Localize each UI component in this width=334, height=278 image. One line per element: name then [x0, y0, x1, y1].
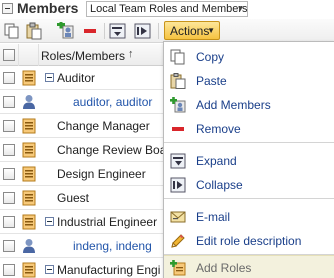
- role-name: Industrial Engineer: [57, 215, 158, 229]
- expand-icon: [109, 23, 126, 39]
- role-icon: [22, 262, 36, 278]
- row-checkbox[interactable]: [3, 96, 15, 108]
- collapse-icon: [170, 177, 186, 193]
- member-name[interactable]: auditor, auditor: [73, 95, 152, 109]
- role-icon: [22, 166, 36, 182]
- sort-ascending-icon[interactable]: ↑: [128, 48, 134, 60]
- toolbar-separator: [158, 23, 159, 39]
- role-icon: [22, 70, 36, 86]
- copy-icon: [170, 49, 185, 65]
- menu-item-label: Add Members: [196, 98, 271, 112]
- menu-item-label: Edit role description: [196, 234, 302, 248]
- menu-item-remove[interactable]: Remove: [164, 117, 334, 141]
- collapse-toggle-icon[interactable]: [45, 73, 54, 82]
- menu-item-edit-role-description[interactable]: Edit role description: [164, 229, 334, 253]
- user-icon: [23, 95, 35, 109]
- column-header-roles-members[interactable]: Roles/Members: [41, 49, 125, 63]
- remove-toolbar-button[interactable]: [80, 22, 100, 40]
- paste-icon: [26, 22, 42, 40]
- email-icon: [170, 211, 186, 223]
- collapse-icon: [134, 23, 151, 39]
- menu-item-email[interactable]: E-mail: [164, 205, 334, 229]
- role-icon: [22, 190, 36, 206]
- paste-icon: [170, 73, 186, 89]
- menu-item-paste[interactable]: Paste: [164, 69, 334, 93]
- expand-toolbar-button[interactable]: [108, 22, 128, 40]
- add-roles-icon: [170, 260, 186, 276]
- paste-toolbar-button[interactable]: [24, 22, 44, 40]
- role-name: Change Manager: [57, 119, 150, 133]
- add-members-icon: [170, 97, 186, 113]
- chevron-down-icon[interactable]: ▼: [234, 2, 247, 15]
- remove-icon: [84, 29, 96, 33]
- remove-icon: [172, 127, 184, 131]
- member-name[interactable]: indeng, indeng: [73, 239, 152, 253]
- toolbar-separator: [104, 23, 105, 39]
- menu-item-collapse[interactable]: Collapse: [164, 173, 334, 197]
- role-name: Manufacturing Engi: [57, 263, 161, 277]
- expand-icon: [170, 153, 186, 169]
- row-checkbox[interactable]: [3, 144, 15, 156]
- row-checkbox[interactable]: [3, 216, 15, 228]
- copy-toolbar-button[interactable]: [2, 22, 22, 40]
- menu-item-add-members[interactable]: Add Members: [164, 93, 334, 117]
- role-icon: [22, 214, 36, 230]
- row-checkbox[interactable]: [3, 192, 15, 204]
- role-name: Change Review Boar: [57, 143, 171, 157]
- role-name: Design Engineer: [57, 167, 146, 181]
- menu-separator: [164, 198, 334, 199]
- collapse-panel-button[interactable]: [2, 3, 13, 14]
- actions-menu-button[interactable]: Actions ▼: [164, 21, 220, 40]
- actions-label: Actions: [170, 24, 210, 38]
- add-members-toolbar-button[interactable]: [56, 20, 76, 40]
- row-checkbox[interactable]: [3, 168, 15, 180]
- toolbar: Actions ▼: [0, 19, 334, 43]
- menu-item-label: Expand: [196, 154, 237, 168]
- menu-item-label: Paste: [196, 74, 227, 88]
- chevron-down-icon: ▼: [207, 26, 215, 35]
- menu-item-label: Remove: [196, 122, 241, 136]
- add-members-icon: [57, 20, 74, 39]
- collapse-toolbar-button[interactable]: [133, 22, 153, 40]
- row-checkbox[interactable]: [3, 120, 15, 132]
- copy-icon: [4, 23, 19, 39]
- row-checkbox[interactable]: [3, 72, 15, 84]
- collapse-toggle-icon[interactable]: [45, 217, 54, 226]
- row-checkbox[interactable]: [3, 264, 15, 276]
- pencil-icon: [171, 234, 185, 248]
- view-select[interactable]: Local Team Roles and Members: [86, 1, 248, 17]
- role-name: Guest: [57, 191, 90, 205]
- user-icon: [23, 239, 35, 253]
- menu-item-label: Copy: [196, 50, 225, 64]
- members-header: Members Local Team Roles and Members ▼: [0, 0, 334, 18]
- select-all-checkbox[interactable]: [3, 49, 15, 61]
- menu-item-copy[interactable]: Copy: [164, 45, 334, 69]
- menu-item-add-roles[interactable]: Add Roles: [164, 255, 334, 278]
- menu-item-label: Collapse: [196, 178, 243, 192]
- page-title: Members: [17, 0, 79, 16]
- menu-item-label: E-mail: [196, 210, 231, 224]
- row-checkbox[interactable]: [3, 240, 15, 252]
- role-name: Auditor: [57, 71, 96, 85]
- menu-separator: [164, 142, 334, 143]
- collapse-toggle-icon[interactable]: [45, 265, 54, 274]
- menu-item-expand[interactable]: Expand: [164, 149, 334, 173]
- actions-dropdown-menu: Copy Paste Add Members Remove Expand Col…: [163, 41, 334, 278]
- role-icon: [22, 142, 36, 158]
- menu-item-label: Add Roles: [196, 261, 252, 275]
- role-icon: [22, 118, 36, 134]
